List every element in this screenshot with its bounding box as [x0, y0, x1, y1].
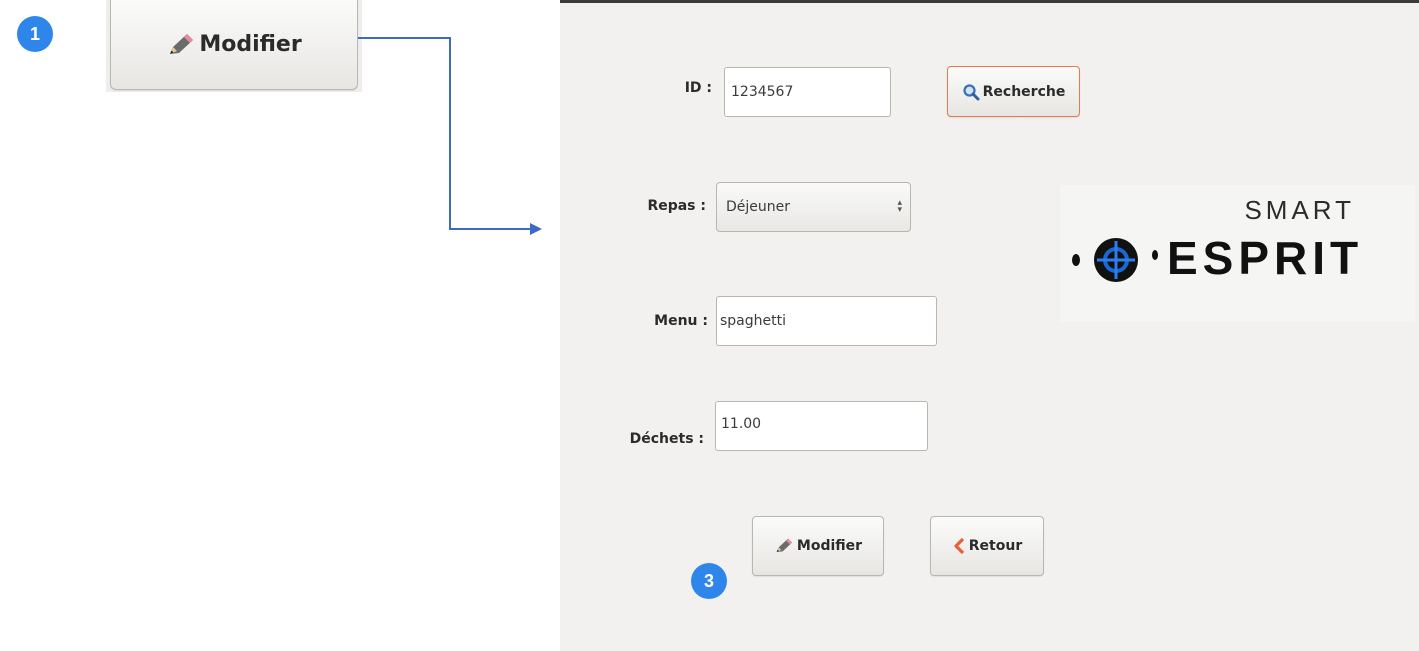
smart-esprit-logo: SMART ESPRIT: [1060, 185, 1415, 322]
dechets-input[interactable]: 11.00: [715, 401, 928, 451]
spinner-arrows-icon: ▴ ▾: [897, 198, 902, 215]
step-3-badge: 3: [691, 563, 727, 599]
dechets-label: Déchets :: [629, 431, 704, 447]
logo-smart-text: SMART: [1244, 195, 1355, 225]
search-button[interactable]: Recherche: [947, 66, 1080, 117]
retour-button[interactable]: Retour: [930, 516, 1044, 576]
modifier-button-label: Modifier: [796, 538, 863, 554]
repas-selected-value: Déjeuner: [726, 199, 791, 215]
modifier-button[interactable]: Modifier: [752, 516, 884, 576]
search-button-label: Recherche: [982, 83, 1066, 100]
repas-select[interactable]: Déjeuner ▴ ▾: [716, 182, 911, 232]
search-icon: [962, 83, 980, 101]
pencil-icon: [774, 537, 794, 555]
repas-label: Repas :: [647, 198, 706, 214]
id-input[interactable]: 1234567: [724, 67, 891, 117]
menu-label: Menu :: [654, 313, 708, 329]
logo-esprit-text: ESPRIT: [1167, 232, 1364, 284]
id-label: ID :: [684, 80, 712, 96]
menu-input[interactable]: spaghetti: [716, 296, 937, 346]
target-icon: [1072, 238, 1158, 282]
chevron-left-icon: [952, 537, 966, 555]
retour-button-label: Retour: [968, 538, 1023, 554]
